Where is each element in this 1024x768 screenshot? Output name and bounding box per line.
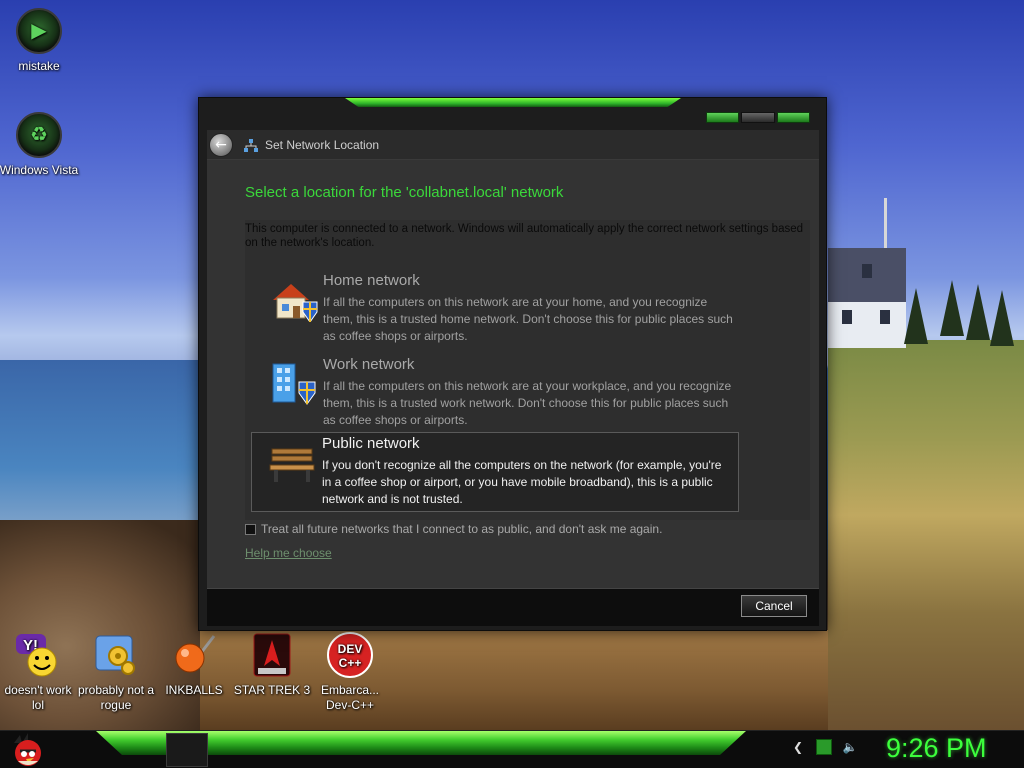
- dev-cpp-badge-text: DEV C++: [337, 642, 363, 670]
- taskbar: ❮ 🔈 9:26 PM: [0, 730, 1024, 768]
- minimize-button[interactable]: [706, 112, 740, 123]
- option-description: If you don't recognize all the computers…: [322, 458, 722, 506]
- desktop-icon-label: doesn't work lol: [4, 683, 72, 712]
- network-icon[interactable]: [816, 739, 832, 755]
- volume-icon[interactable]: 🔈: [842, 739, 858, 755]
- wallpaper-house: [828, 248, 906, 348]
- wallpaper-tree: [904, 288, 928, 344]
- green-orb-icon: ▶: [16, 8, 62, 54]
- star-trek-icon: [253, 633, 291, 677]
- option-title: Public network: [322, 435, 420, 452]
- desktop-icon-dev-cpp[interactable]: DEV C++ Embarca... Dev-C++: [310, 632, 390, 713]
- desktop-icon-probably-not-a-rogue[interactable]: probably not a rogue: [76, 632, 156, 713]
- wallpaper-tree: [966, 284, 990, 340]
- system-tray: ❮ 🔈: [790, 739, 858, 755]
- desktop-icon-label: STAR TREK 3: [233, 683, 311, 697]
- public-network-bench-icon: [269, 448, 315, 482]
- wallpaper-tree: [940, 280, 964, 336]
- public-default-checkbox-row[interactable]: Treat all future networks that I connect…: [245, 522, 662, 536]
- taskbar-clock[interactable]: 9:26 PM: [886, 733, 987, 764]
- dialog-footer: Cancel: [207, 588, 819, 626]
- dialog-content: Select a location for the 'collabnet.loc…: [207, 160, 819, 588]
- wallpaper-sea: [0, 360, 200, 540]
- window-controls: [706, 112, 810, 123]
- yahoo-messenger-icon: Y!: [16, 634, 57, 677]
- inkball-icon: [175, 635, 216, 673]
- home-network-icon: [273, 284, 318, 322]
- network-icon: [244, 139, 258, 152]
- show-hidden-icon[interactable]: ❮: [790, 739, 806, 755]
- wallpaper-tree: [990, 290, 1014, 346]
- taskbar-window-button[interactable]: [166, 733, 208, 767]
- cancel-button[interactable]: Cancel: [741, 595, 807, 617]
- nav-title: Set Network Location: [265, 138, 380, 152]
- navigation-bar: ← Set Network Location: [207, 130, 819, 160]
- close-button[interactable]: [776, 112, 810, 123]
- desktop-icon-label: INKBALLS: [165, 683, 223, 697]
- option-title: Work network: [323, 356, 415, 373]
- option-home-network[interactable]: Home network If all the computers on thi…: [253, 270, 741, 348]
- back-button[interactable]: ←: [209, 133, 233, 157]
- back-arrow-icon: ←: [215, 137, 227, 153]
- public-default-checkbox[interactable]: [245, 523, 256, 535]
- work-network-icon: [272, 363, 316, 405]
- option-public-network[interactable]: Public network If you don't recognize al…: [251, 432, 739, 512]
- wallpaper-grass: [828, 340, 1024, 730]
- option-title: Home network: [323, 272, 420, 289]
- desktop-icon-label: probably not a rogue: [77, 683, 155, 712]
- maximize-button[interactable]: [741, 112, 775, 123]
- settings-gears-icon: [95, 635, 135, 675]
- desktop-icon-windows-vista[interactable]: ♻ Windows Vista: [0, 112, 79, 178]
- desktop-icon-mistake[interactable]: ▶ mistake: [0, 8, 79, 74]
- recycle-bin-icon: ♻: [16, 112, 62, 158]
- window-client-area: ← Set Network Location Select a location…: [207, 130, 819, 588]
- window-top-glow: [345, 98, 681, 107]
- desktop-icon-label: mistake: [18, 59, 60, 73]
- intro-text: This computer is connected to a network.…: [245, 223, 804, 249]
- desktop-icon-label: Embarca... Dev-C++: [320, 683, 380, 712]
- set-network-location-window: ← Set Network Location Select a location…: [198, 97, 827, 631]
- desktop-icon-label: Windows Vista: [0, 163, 79, 177]
- help-me-choose-link[interactable]: Help me choose: [245, 546, 332, 560]
- start-button-angry-bird-icon[interactable]: [8, 733, 48, 767]
- option-description: If all the computers on this network are…: [323, 379, 732, 427]
- dev-cpp-icon: DEV C++: [327, 632, 373, 678]
- option-description: If all the computers on this network are…: [323, 295, 733, 343]
- desktop-icon-star-trek[interactable]: STAR TREK 3: [232, 632, 312, 698]
- page-heading: Select a location for the 'collabnet.loc…: [245, 184, 564, 201]
- option-work-network[interactable]: Work network If all the computers on thi…: [253, 354, 741, 432]
- desktop-icon-yahoo[interactable]: Y! doesn't work lol: [0, 632, 78, 713]
- checkbox-label: Treat all future networks that I connect…: [261, 522, 663, 536]
- desktop-icon-inkballs[interactable]: INKBALLS: [154, 632, 234, 698]
